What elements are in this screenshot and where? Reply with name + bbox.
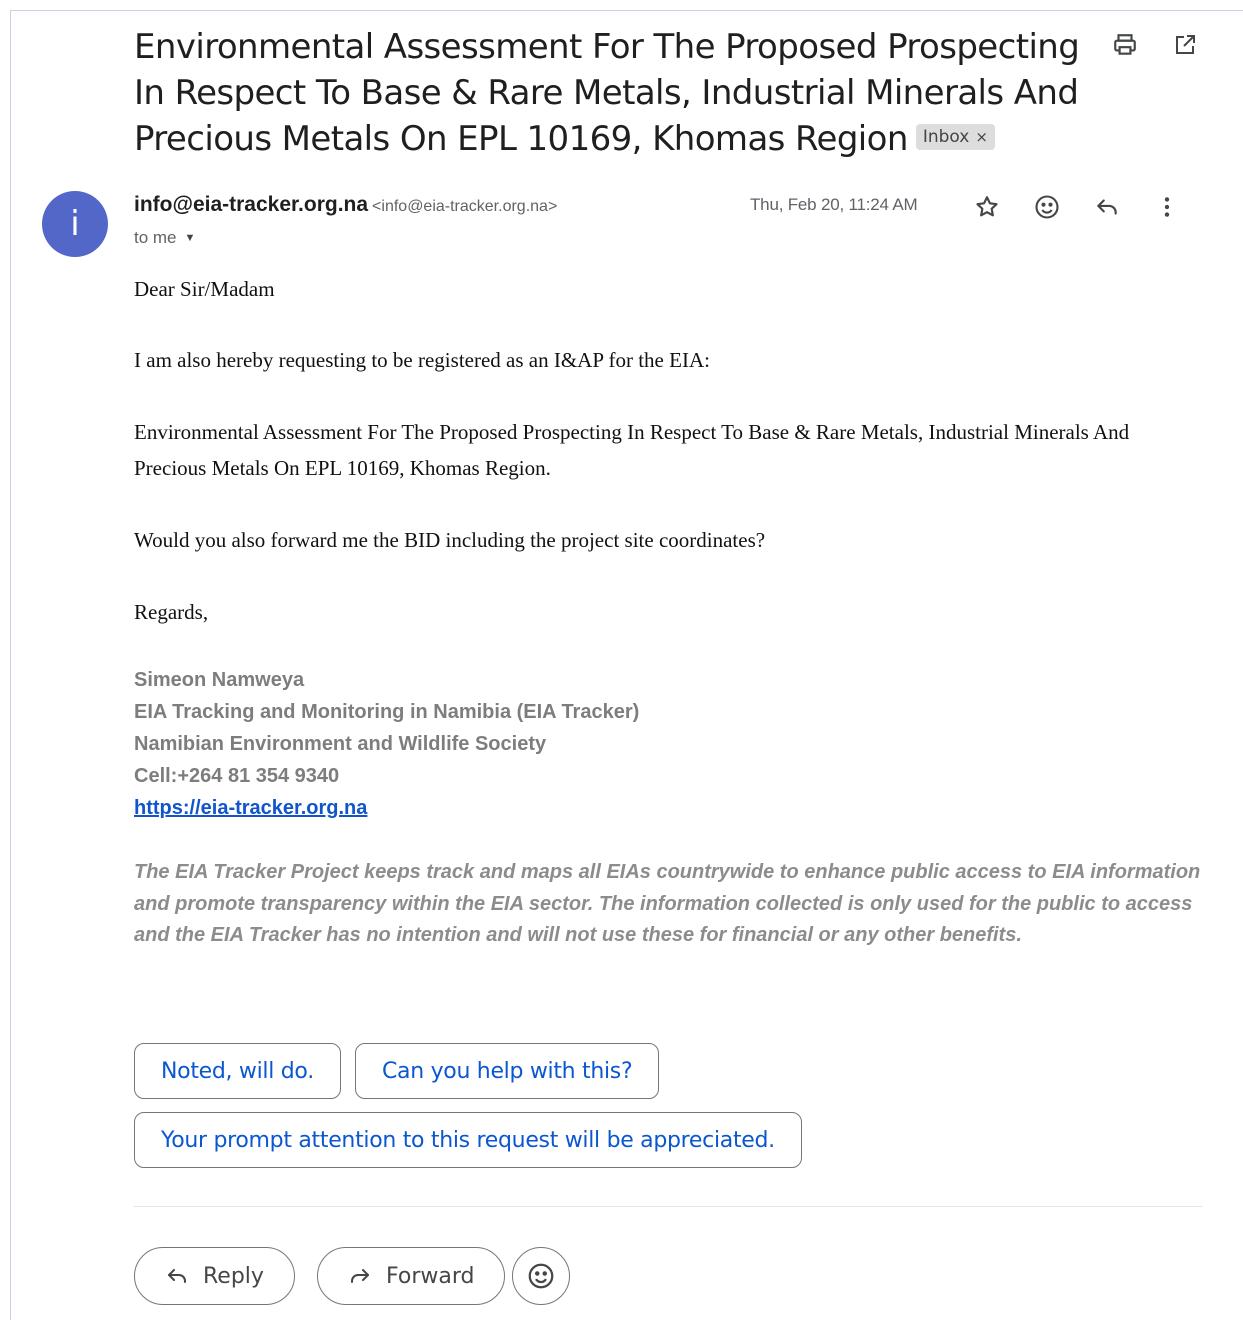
emoji-reaction-button[interactable] bbox=[512, 1247, 570, 1305]
signature-website-link[interactable]: https://eia-tracker.org.na bbox=[134, 797, 367, 819]
remove-label-icon[interactable]: × bbox=[975, 128, 988, 146]
email-subject: Environmental Assessment For The Propose… bbox=[134, 24, 1094, 162]
forward-button[interactable]: Forward bbox=[317, 1247, 506, 1305]
more-options-icon[interactable] bbox=[1152, 192, 1182, 222]
body-greeting: Dear Sir/Madam bbox=[134, 277, 275, 301]
avatar-letter: i bbox=[70, 204, 80, 244]
signature-organization: EIA Tracking and Monitoring in Namibia (… bbox=[134, 701, 640, 723]
signature-name: Simeon Namweya bbox=[134, 669, 305, 691]
forward-icon bbox=[348, 1264, 372, 1288]
recipient-label: to me bbox=[134, 228, 177, 247]
body-paragraph-2: Environmental Assessment For The Propose… bbox=[134, 420, 1130, 480]
open-in-new-window-icon[interactable] bbox=[1170, 30, 1200, 60]
print-icon[interactable] bbox=[1110, 30, 1140, 60]
sender-email: <info@eia-tracker.org.na> bbox=[372, 198, 558, 215]
disclaimer-text: The EIA Tracker Project keeps track and … bbox=[134, 861, 1201, 946]
reply-icon bbox=[165, 1264, 189, 1288]
body-closing: Regards, bbox=[134, 600, 209, 624]
recipient-details-toggle[interactable]: to me ▼ bbox=[134, 228, 195, 248]
star-icon[interactable] bbox=[972, 192, 1002, 222]
subject-toolbar bbox=[1110, 30, 1200, 60]
inbox-label-text: Inbox bbox=[922, 126, 970, 147]
message-toolbar bbox=[972, 192, 1182, 222]
sender-name[interactable]: info@eia-tracker.org.na bbox=[134, 193, 368, 216]
email-signature: Simeon Namweya EIA Tracking and Monitori… bbox=[134, 664, 639, 824]
reply-label: Reply bbox=[203, 1263, 264, 1289]
reply-icon[interactable] bbox=[1092, 192, 1122, 222]
smart-reply-1[interactable]: Noted, will do. bbox=[134, 1043, 341, 1099]
body-paragraph-1: I am also hereby requesting to be regist… bbox=[134, 348, 710, 372]
inbox-label-chip[interactable]: Inbox × bbox=[915, 123, 995, 150]
emoji-icon bbox=[526, 1261, 556, 1291]
smart-reply-2[interactable]: Can you help with this? bbox=[355, 1043, 660, 1099]
body-paragraph-3: Would you also forward me the BID includ… bbox=[134, 528, 766, 552]
divider bbox=[134, 1206, 1202, 1207]
chevron-down-icon: ▼ bbox=[184, 232, 196, 244]
reply-button[interactable]: Reply bbox=[134, 1247, 295, 1305]
smart-reply-3[interactable]: Your prompt attention to this request wi… bbox=[134, 1112, 802, 1168]
signature-phone: Cell:+264 81 354 9340 bbox=[134, 765, 340, 787]
forward-label: Forward bbox=[386, 1263, 475, 1289]
sender-avatar[interactable]: i bbox=[42, 191, 108, 257]
emoji-react-icon[interactable] bbox=[1032, 192, 1062, 222]
sender-info: info@eia-tracker.org.na <info@eia-tracker… bbox=[134, 193, 557, 217]
email-date: Thu, Feb 20, 11:24 AM bbox=[750, 195, 918, 214]
signature-society: Namibian Environment and Wildlife Societ… bbox=[134, 733, 547, 755]
